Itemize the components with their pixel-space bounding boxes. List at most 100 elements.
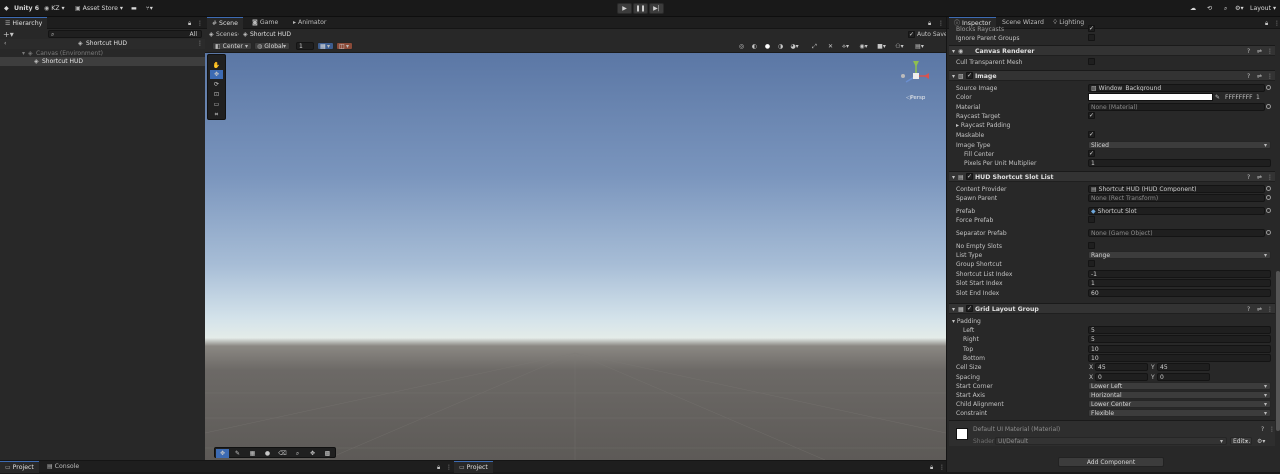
fill-icon[interactable]: ▩ [321,449,334,458]
lock-icon[interactable]: 🔒︎ [930,464,933,472]
move-tool-icon[interactable]: ✥ [210,70,223,79]
paint-icon[interactable]: ● [261,449,274,458]
help-icon[interactable]: ? [1261,426,1264,433]
cloud-icon[interactable]: ☁ [1190,3,1196,14]
component-menu-icon[interactable]: ⋮ [1267,73,1273,80]
slot-end-index-field[interactable]: 60 [1088,289,1271,297]
expand-icon[interactable]: ▾ [22,50,25,57]
search-icon[interactable]: ⌕ [1224,3,1227,14]
shader-dropdown[interactable]: UI/Default [995,437,1227,445]
picker-icon[interactable]: ⌕ [291,449,304,458]
padding-left-field[interactable]: 5 [1088,326,1271,334]
add-component-button[interactable]: Add Component [1058,457,1164,467]
separator-prefab-field[interactable]: None (Game Object) [1088,229,1265,237]
hand-tool-icon[interactable]: ✋ [210,61,223,70]
image-header[interactable]: ▾ ▧ ✓ Image ? ⇌ ⋮ [949,70,1275,81]
slot-start-index-field[interactable]: 1 [1088,279,1271,287]
force-prefab-checkbox[interactable] [1088,216,1095,223]
collapse-icon[interactable]: ▾ [952,48,955,55]
component-menu-icon[interactable]: ⋮ [1269,426,1275,433]
auto-save-checkbox[interactable]: ✓ [908,31,915,38]
lock-icon[interactable]: 🔒︎ [928,20,931,28]
group-shortcut-checkbox[interactable] [1088,260,1095,267]
source-image-field[interactable]: ▧ Window_Background [1088,84,1265,92]
material-field[interactable]: None (Material) [1088,103,1265,111]
component-menu-icon[interactable]: ⋮ [1267,306,1273,313]
lock-icon[interactable]: 🔒︎ [437,464,440,472]
collapse-icon[interactable]: ▾ [952,174,955,181]
ignore-parent-groups-checkbox[interactable] [1088,34,1095,41]
brush-icon[interactable]: ✎ [231,449,244,458]
more-icon[interactable]: ⋮ [1274,20,1280,27]
pause-button[interactable]: ❚❚ [633,3,648,14]
edit-shader-button[interactable]: Edit... [1230,437,1252,445]
constraint-dropdown[interactable]: Flexible [1088,409,1271,417]
account-button[interactable]: ◉ KZ ▾ [44,3,65,14]
no-empty-slots-checkbox[interactable] [1088,242,1095,249]
rect-tool-icon[interactable]: ▭ [210,100,223,109]
cull-transparent-checkbox[interactable] [1088,58,1095,65]
start-axis-dropdown[interactable]: Horizontal [1088,391,1271,399]
slot-list-header[interactable]: ▾ ▤ ✓ HUD Shortcut Slot List ? ⇌ ⋮ [949,171,1275,182]
gizmos-icon[interactable]: ⚇▾ [893,42,906,51]
padding-right-field[interactable]: 5 [1088,335,1271,343]
preset-icon[interactable]: ⇌ [1257,48,1262,55]
eraser-icon[interactable]: ⌫ [276,449,289,458]
version-control-icon[interactable]: ⑂▾ [146,3,153,14]
fill-center-checkbox[interactable]: ✓ [1088,150,1095,157]
transform-tool-icon[interactable]: ⌗ [210,110,223,119]
perspective-label[interactable]: ◁Persp [906,95,925,101]
shaded-icon[interactable]: ● [761,42,774,51]
object-picker-icon[interactable] [1266,186,1271,191]
object-picker-icon[interactable] [1266,230,1271,235]
tab-scene[interactable]: # Scene [207,17,243,29]
scene-more-icon[interactable]: ⋮ [197,40,203,47]
more-icon[interactable]: ⋮ [446,464,452,471]
grid-layout-header[interactable]: ▾ ▦ ✓ Grid Layout Group ? ⇌ ⋮ [949,303,1275,314]
object-picker-icon[interactable] [1266,208,1271,213]
list-type-dropdown[interactable]: Range [1088,251,1271,259]
pixels-per-unit-field[interactable]: 1 [1088,159,1271,167]
layout-dropdown[interactable]: Layout ▾ [1250,3,1276,14]
tab-hierarchy[interactable]: ☰ Hierarchy [0,17,48,29]
lit-icon[interactable]: ◑ [774,42,787,51]
render-mode-icon[interactable]: ◕▾ [788,42,801,51]
help-icon[interactable]: ? [1247,48,1250,55]
slot-list-enabled-checkbox[interactable]: ✓ [966,173,973,180]
add-button[interactable]: +▾ [3,30,14,39]
spacing-x-field[interactable]: 0 [1095,373,1148,381]
help-icon[interactable]: ? [1247,174,1250,181]
snap-field[interactable]: 1 [296,42,314,50]
tile-palette-icon[interactable]: ✥ [216,449,229,458]
object-picker-icon[interactable] [1266,104,1271,109]
child-alignment-dropdown[interactable]: Lower Center [1088,400,1271,408]
collapse-icon[interactable]: ▾ [952,306,955,313]
more-icon[interactable]: ⋮ [939,464,945,471]
history-icon[interactable]: ⟲ [1207,3,1212,14]
help-icon[interactable]: ? [1247,306,1250,313]
image-enabled-checkbox[interactable]: ✓ [966,72,973,79]
move-icon[interactable]: ✥ [306,449,319,458]
raycast-padding-foldout[interactable]: ▸ Raycast Padding [956,122,1010,129]
grid-snap-toggle[interactable]: ▦ [317,42,334,50]
draw-mode-icon[interactable]: ◎ [735,42,748,51]
tab-project-2[interactable]: ▭ Project [454,461,493,473]
tab-lighting[interactable]: 💡︎ Lighting [1048,17,1089,29]
padding-bottom-field[interactable]: 10 [1088,354,1271,362]
spawn-parent-field[interactable]: None (Rect Transform) [1088,194,1265,202]
rotate-tool-icon[interactable]: ⟳ [210,80,223,89]
space-dropdown[interactable]: ◍ Global [254,42,290,50]
tab-animator[interactable]: ▸ Animator [288,17,331,29]
pivot-dropdown[interactable]: ◧ Center [212,42,252,50]
tile-icon[interactable]: ▦ [246,449,259,458]
back-icon[interactable]: ‹ [4,40,6,47]
more-icon[interactable]: ⋮ [938,20,944,27]
component-menu-icon[interactable]: ⋮ [1267,174,1273,181]
step-button[interactable]: ▶| [649,3,664,14]
hierarchy-scene-row[interactable]: ‹ ◈ Shortcut HUD ⋮ [0,39,205,49]
object-picker-icon[interactable] [1266,85,1271,90]
shortcut-list-index-field[interactable]: -1 [1088,270,1271,278]
package-icon[interactable]: ▬ [131,3,137,14]
preset-icon[interactable]: ⇌ [1257,306,1262,313]
lock-icon[interactable]: 🔒︎ [1265,20,1268,28]
